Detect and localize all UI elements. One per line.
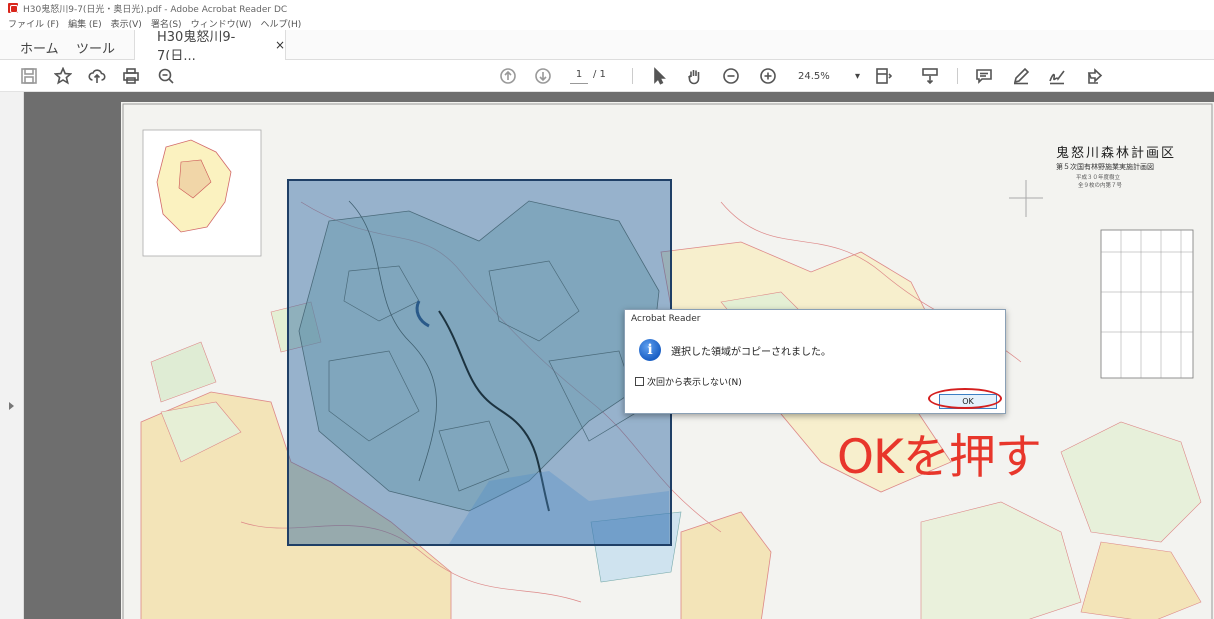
dont-show-again-checkbox[interactable]: 次回から表示しない(N) [635,375,742,388]
cloud-upload-icon[interactable] [86,65,108,87]
scroll-mode-icon[interactable] [919,65,941,87]
expand-panel-arrow-icon[interactable] [9,402,14,410]
dialog-titlebar: Acrobat Reader [631,314,701,324]
share-icon[interactable] [1083,65,1105,87]
acrobat-app-icon [8,3,18,13]
zoom-in-icon[interactable] [757,65,779,87]
map-subtitle-line2: 平成３０年度樹立 [1076,175,1121,181]
map-subtitle-line3: 全９枚の内第７号 [1078,183,1123,189]
zoom-level-value: 24.5% [798,70,830,82]
page-fit-icon[interactable] [872,65,894,87]
select-cursor-icon[interactable] [648,65,670,87]
zoom-level-dropdown[interactable]: 24.5% ▾ [798,68,860,84]
chevron-down-icon: ▾ [854,70,860,82]
sign-icon[interactable] [1046,65,1068,87]
info-icon: i [639,339,661,361]
checkbox-icon[interactable] [635,377,644,386]
next-page-icon[interactable] [532,65,554,87]
selected-map-region [298,200,669,544]
toolbar: 1 / 1 24.5% ▾ [0,60,1214,92]
hand-tool-icon[interactable] [684,65,706,87]
zoom-out-icon[interactable] [720,65,742,87]
tab-document-label: H30鬼怒川9-7(日... [157,30,236,64]
previous-page-icon[interactable] [497,65,519,87]
map-subtitle: 第５次国有林野施業実施計画図 [1056,163,1154,171]
save-icon[interactable] [18,65,40,87]
navigation-side-panel [0,92,24,619]
window-titlebar: H30鬼怒川9-7(日光・奥日光).pdf - Adobe Acrobat Re… [0,0,1214,16]
tab-tools[interactable]: ツール [76,36,115,58]
tab-document[interactable]: H30鬼怒川9-7(日... × [134,30,286,64]
page-total: / 1 [593,69,606,80]
pen-draw-icon[interactable] [1010,65,1032,87]
menu-view[interactable]: 表示(V) [111,17,142,30]
menu-help[interactable]: ヘルプ(H) [261,17,302,30]
find-zoom-icon[interactable] [155,65,177,87]
menu-file[interactable]: ファイル (F) [8,17,59,30]
bookmark-star-icon[interactable] [52,65,74,87]
tab-home[interactable]: ホーム [20,36,59,58]
toolbar-separator [957,68,958,84]
menu-edit[interactable]: 編集 (E) [68,17,102,30]
map-title: 鬼怒川森林計画区 [1056,146,1177,161]
tab-bar: ホーム ツール H30鬼怒川9-7(日... × [0,30,1214,64]
dialog-message: 選択した領域がコピーされました。 [671,347,831,358]
print-icon[interactable] [120,65,142,87]
snapshot-selection-rectangle[interactable] [287,179,672,546]
toolbar-separator [632,68,633,84]
instruction-annotation: OKを押す [837,430,1042,485]
comment-icon[interactable] [973,65,995,87]
ok-highlight-ring [928,388,1002,409]
page-number-input[interactable]: 1 [570,69,588,84]
dont-show-again-label: 次回から表示しない(N) [647,378,742,388]
window-title: H30鬼怒川9-7(日光・奥日光).pdf - Adobe Acrobat Re… [23,4,288,15]
tab-close-icon[interactable]: × [275,38,285,52]
